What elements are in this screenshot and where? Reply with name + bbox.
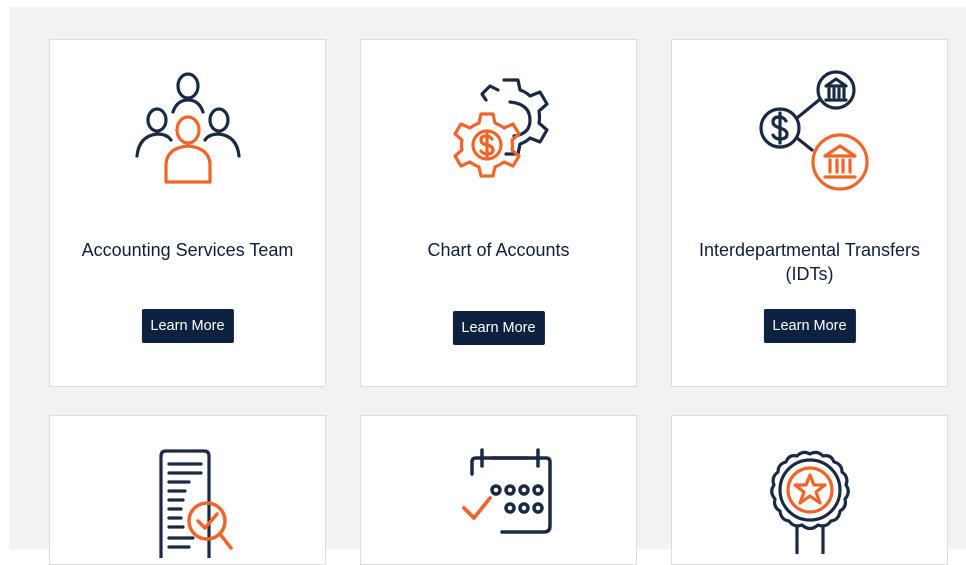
bank-transfer-icon — [758, 70, 869, 191]
card-calendar[interactable] — [360, 415, 637, 565]
card-title: Accounting Services Team — [81, 240, 294, 260]
card-document-review[interactable] — [49, 415, 326, 565]
learn-more-button[interactable]: Learn More — [763, 309, 856, 343]
card-award[interactable] — [671, 415, 948, 565]
gears-dollar-icon — [452, 78, 549, 178]
card-chart-of-accounts[interactable]: Chart of Accounts Learn More — [360, 39, 637, 387]
learn-more-button[interactable]: Learn More — [452, 311, 545, 345]
team-people-icon — [134, 72, 241, 184]
card-accounting-services-team[interactable]: Accounting Services Team Learn More — [49, 39, 326, 387]
calendar-check-icon — [461, 448, 552, 534]
card-title: Chart of Accounts — [427, 240, 570, 260]
card-interdepartmental-transfers[interactable]: Interdepartmental Transfers (IDTs) Learn… — [671, 39, 948, 387]
award-badge-star-icon — [769, 450, 850, 554]
card-title: Interdepartmental Transfers (IDTs) — [698, 240, 921, 284]
document-magnifier-check-icon — [158, 449, 233, 558]
learn-more-button[interactable]: Learn More — [141, 309, 234, 343]
